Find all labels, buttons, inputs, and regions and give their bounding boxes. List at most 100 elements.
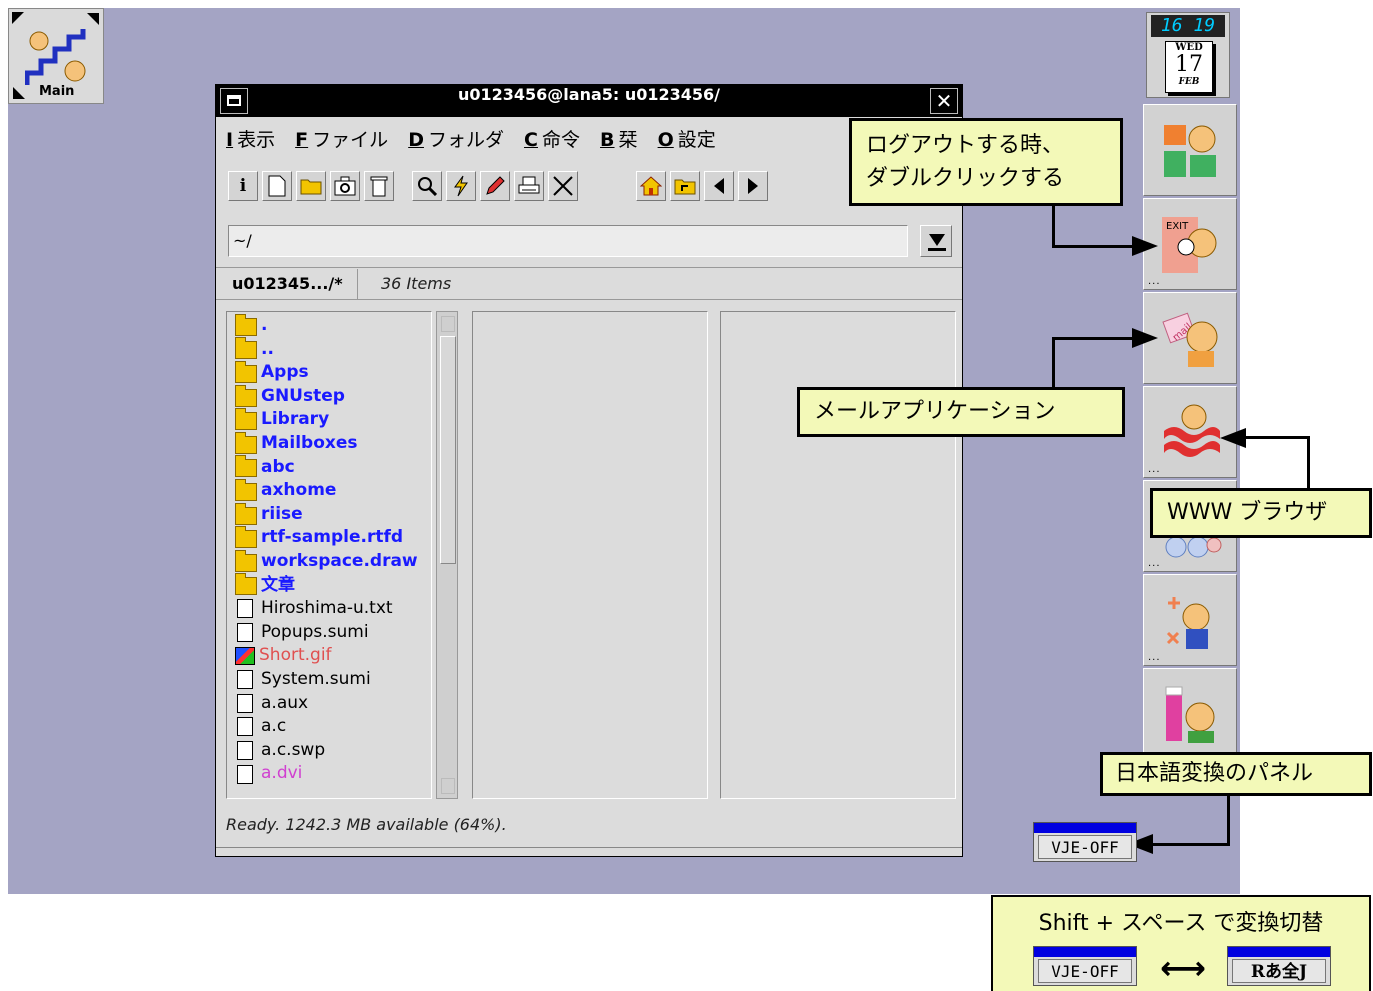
file-list-item[interactable]: Apps [235,360,418,385]
scroll-down-arrow[interactable] [441,778,455,794]
divider [216,299,962,300]
info-icon[interactable]: i [228,171,258,201]
file-list-item[interactable]: abc [235,455,418,480]
vje-status-label: VJE-OFF [1038,835,1132,859]
file-list-item[interactable]: Popups.sumi [235,621,418,645]
ime-panel-callout: 日本語変換のパネル [1100,752,1372,796]
file-list-item[interactable]: a.c.swp [235,739,418,763]
browser-column-2[interactable] [472,311,708,799]
breadcrumb[interactable]: u012345.../* [218,269,358,299]
file-name: .. [261,338,274,359]
file-list-item[interactable]: Mailboxes [235,431,418,456]
browser-column-3[interactable] [720,311,956,799]
file-list-item[interactable]: Library [235,408,418,432]
menu-command[interactable]: C 命令 [524,125,580,152]
browser-column-1[interactable]: ... Apps GNUstep Library Mailboxes abc axhome r… [226,311,432,799]
title-bar[interactable]: u0123456@lana5: u0123456/ ✕ [216,85,962,117]
file-list-item[interactable]: System.sumi [235,668,418,692]
pointer-line [1052,337,1055,387]
vje-status-panel[interactable]: VJE-OFF [1033,822,1137,862]
folder-icon [235,455,257,478]
file-list-item[interactable]: riise [235,502,418,527]
new-folder-icon[interactable] [296,171,326,201]
forward-icon[interactable] [738,171,768,201]
folder-icon [235,313,257,336]
menu-settings[interactable]: O 設定 [658,125,716,152]
calendar-day: 17 [1175,52,1203,77]
menu-file[interactable]: F ファイル [295,125,388,152]
workspace-icon [1164,125,1216,177]
vje-off-sample: VJE-OFF [1033,946,1137,986]
folder-icon [235,573,257,596]
main-icon-label: Main [39,84,75,99]
folder-icon [235,337,257,360]
status-text: Ready. 1242.3 MB available (64%). [226,815,507,834]
folder-icon [235,384,257,407]
lightning-icon[interactable] [446,171,476,201]
file-list-item[interactable]: .. [235,337,418,362]
file-list-item[interactable]: axhome [235,478,418,503]
close-button[interactable]: ✕ [930,88,958,114]
file-list-item[interactable]: Short.gif [235,644,418,668]
file-list-item[interactable]: Hiroshima-u.txt [235,597,418,621]
arrow-left-icon [1220,428,1246,448]
workspace-dock-icon[interactable] [1143,104,1237,196]
divider [216,847,962,848]
corner-marker [13,87,25,99]
pointer-line [1307,436,1310,488]
vje-title-bar [1034,823,1136,833]
corner-marker [87,13,99,25]
calculator-dock-icon[interactable]: ... [1143,574,1237,666]
vje-on-label: Rあ全J [1232,959,1326,983]
file-list-item[interactable]: 文章 [235,573,418,598]
pencil-icon[interactable] [480,171,510,201]
parent-folder-icon[interactable] [670,171,700,201]
file-list-item[interactable]: workspace.draw [235,549,418,574]
trash-icon[interactable] [364,171,394,201]
file-list-item[interactable]: a.dvi [235,762,418,786]
main-app-icon[interactable]: Main [8,8,104,104]
back-icon[interactable] [704,171,734,201]
vje-off-label: VJE-OFF [1038,959,1132,983]
file-name: riise [261,503,303,524]
find-icon[interactable] [412,171,442,201]
logout-callout: ログアウトする時、 ダブルクリックする [849,118,1123,206]
arrow-right-icon [1132,236,1158,256]
file-list-item[interactable]: . [235,313,418,338]
paint-dock-icon[interactable] [1143,668,1237,760]
vertical-scrollbar[interactable] [436,311,458,799]
path-field[interactable]: ~/ [228,225,908,257]
menu-view[interactable]: I 表示 [226,125,275,152]
home-icon[interactable] [636,171,666,201]
scroll-up-arrow[interactable] [441,316,455,332]
launch-dots: ... [1148,558,1161,569]
corner-marker [12,12,24,24]
calculator-icon [1166,597,1210,649]
file-list-item[interactable]: rtf-sample.rtfd [235,526,418,550]
file-name: Hiroshima-u.txt [261,598,393,619]
path-history-button[interactable] [920,225,952,257]
scroll-knob[interactable] [440,336,456,564]
file-name: a.dvi [261,763,303,784]
file-list-item[interactable]: a.c [235,715,418,739]
calendar-icon: WED 17 FEB [1165,41,1213,93]
menu-folder[interactable]: D フォルダ [408,125,504,152]
menu-bookmark[interactable]: B栞 [600,125,638,152]
miniaturize-button[interactable] [220,88,248,114]
pointer-line [1150,843,1230,846]
file-name: a.aux [261,692,309,713]
pointer-line [1052,245,1140,248]
mail-icon: mail [1162,312,1218,367]
cut-icon[interactable] [548,171,578,201]
item-count: 36 Items [381,274,452,293]
document-icon [237,623,253,643]
clock-appicon[interactable]: 16 19 WED 17 FEB [1146,12,1230,98]
camera-icon[interactable] [330,171,360,201]
file-list-item[interactable]: GNUstep [235,384,418,409]
swap-arrow-icon: ⟷ [1160,949,1206,987]
pointer-line [1227,796,1230,846]
print-icon[interactable] [514,171,544,201]
document-icon [237,670,253,690]
file-list-item[interactable]: a.aux [235,692,418,716]
new-file-icon[interactable] [262,171,292,201]
